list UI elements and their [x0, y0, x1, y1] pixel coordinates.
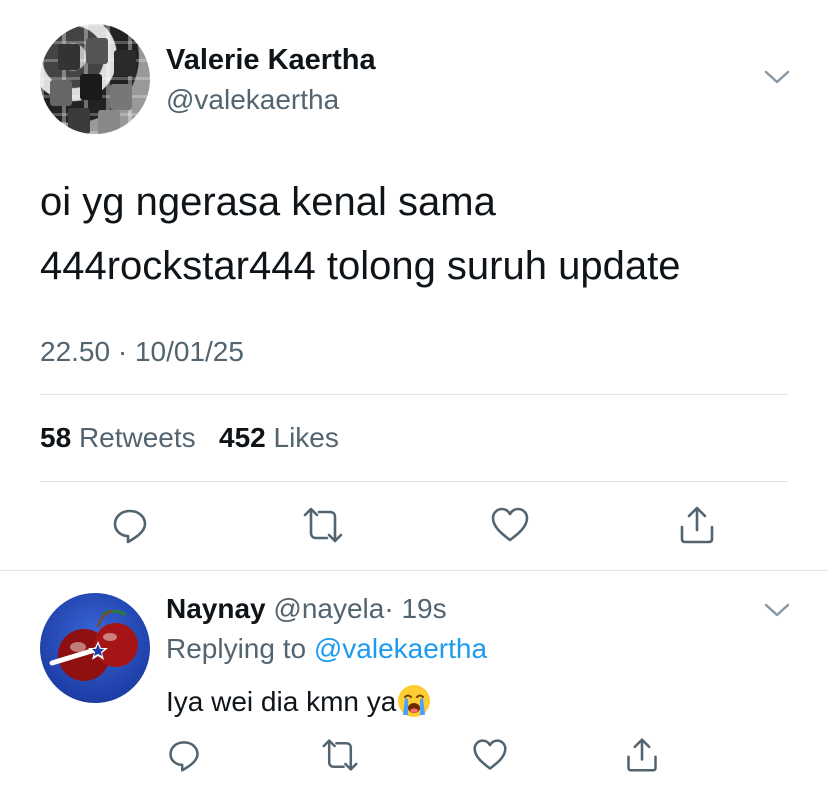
retweet-icon[interactable]: [303, 505, 343, 545]
tweet-actions: [0, 505, 828, 545]
retweets-label: Retweets: [78, 422, 196, 453]
share-icon[interactable]: [677, 505, 717, 545]
tweet-timestamp[interactable]: 22.50 · 10/01/25: [40, 336, 244, 368]
heart-icon[interactable]: [472, 737, 508, 773]
reply-text-content: Iya wei dia kmn ya: [166, 686, 397, 717]
replying-prefix: Replying to: [166, 633, 307, 664]
reply-actions: [0, 737, 828, 773]
heart-icon[interactable]: [490, 505, 530, 545]
share-icon[interactable]: [624, 737, 660, 773]
chevron-down-icon[interactable]: [764, 68, 790, 86]
retweets-stat[interactable]: 58 Retweets: [40, 422, 196, 453]
likes-count: 452: [219, 422, 266, 453]
tweet-text-line: 444rockstar444 tolong suruh update: [40, 244, 681, 288]
likes-label: Likes: [273, 422, 339, 453]
author-name[interactable]: Valerie Kaertha: [166, 44, 376, 77]
reply-text: Iya wei dia kmn ya: [166, 683, 432, 719]
divider: [40, 481, 788, 482]
reply-header: Naynay @nayela· 19s: [166, 593, 447, 625]
tweet-text: oi yg ngerasa kenal sama 444rockstar444 …: [40, 170, 800, 298]
comment-icon[interactable]: [166, 737, 202, 773]
chevron-down-icon[interactable]: [764, 601, 790, 619]
retweet-icon[interactable]: [322, 737, 358, 773]
retweets-count: 58: [40, 422, 72, 453]
author-avatar[interactable]: [40, 24, 150, 134]
likes-stat[interactable]: 452 Likes: [219, 422, 339, 453]
replying-mention[interactable]: @valekaertha: [314, 633, 487, 664]
tweet-stats: 58 Retweets 452 Likes: [40, 422, 339, 454]
replying-to: Replying to @valekaertha: [166, 633, 487, 665]
divider: [40, 394, 788, 395]
reply-avatar[interactable]: [40, 593, 150, 703]
reply-author-handle[interactable]: @nayela: [273, 593, 384, 624]
main-tweet: Valerie Kaertha @valekaertha oi yg ngera…: [0, 0, 828, 570]
tweet-text-line: oi yg ngerasa kenal sama: [40, 180, 496, 224]
author-handle[interactable]: @valekaertha: [166, 84, 339, 116]
reply-author-name[interactable]: Naynay: [166, 593, 266, 624]
reply-time: · 19s: [384, 593, 447, 624]
reply-tweet[interactable]: Naynay @nayela· 19s Replying to @valekae…: [0, 571, 828, 792]
loudly-crying-face-icon: [396, 683, 432, 719]
comment-icon[interactable]: [110, 505, 150, 545]
